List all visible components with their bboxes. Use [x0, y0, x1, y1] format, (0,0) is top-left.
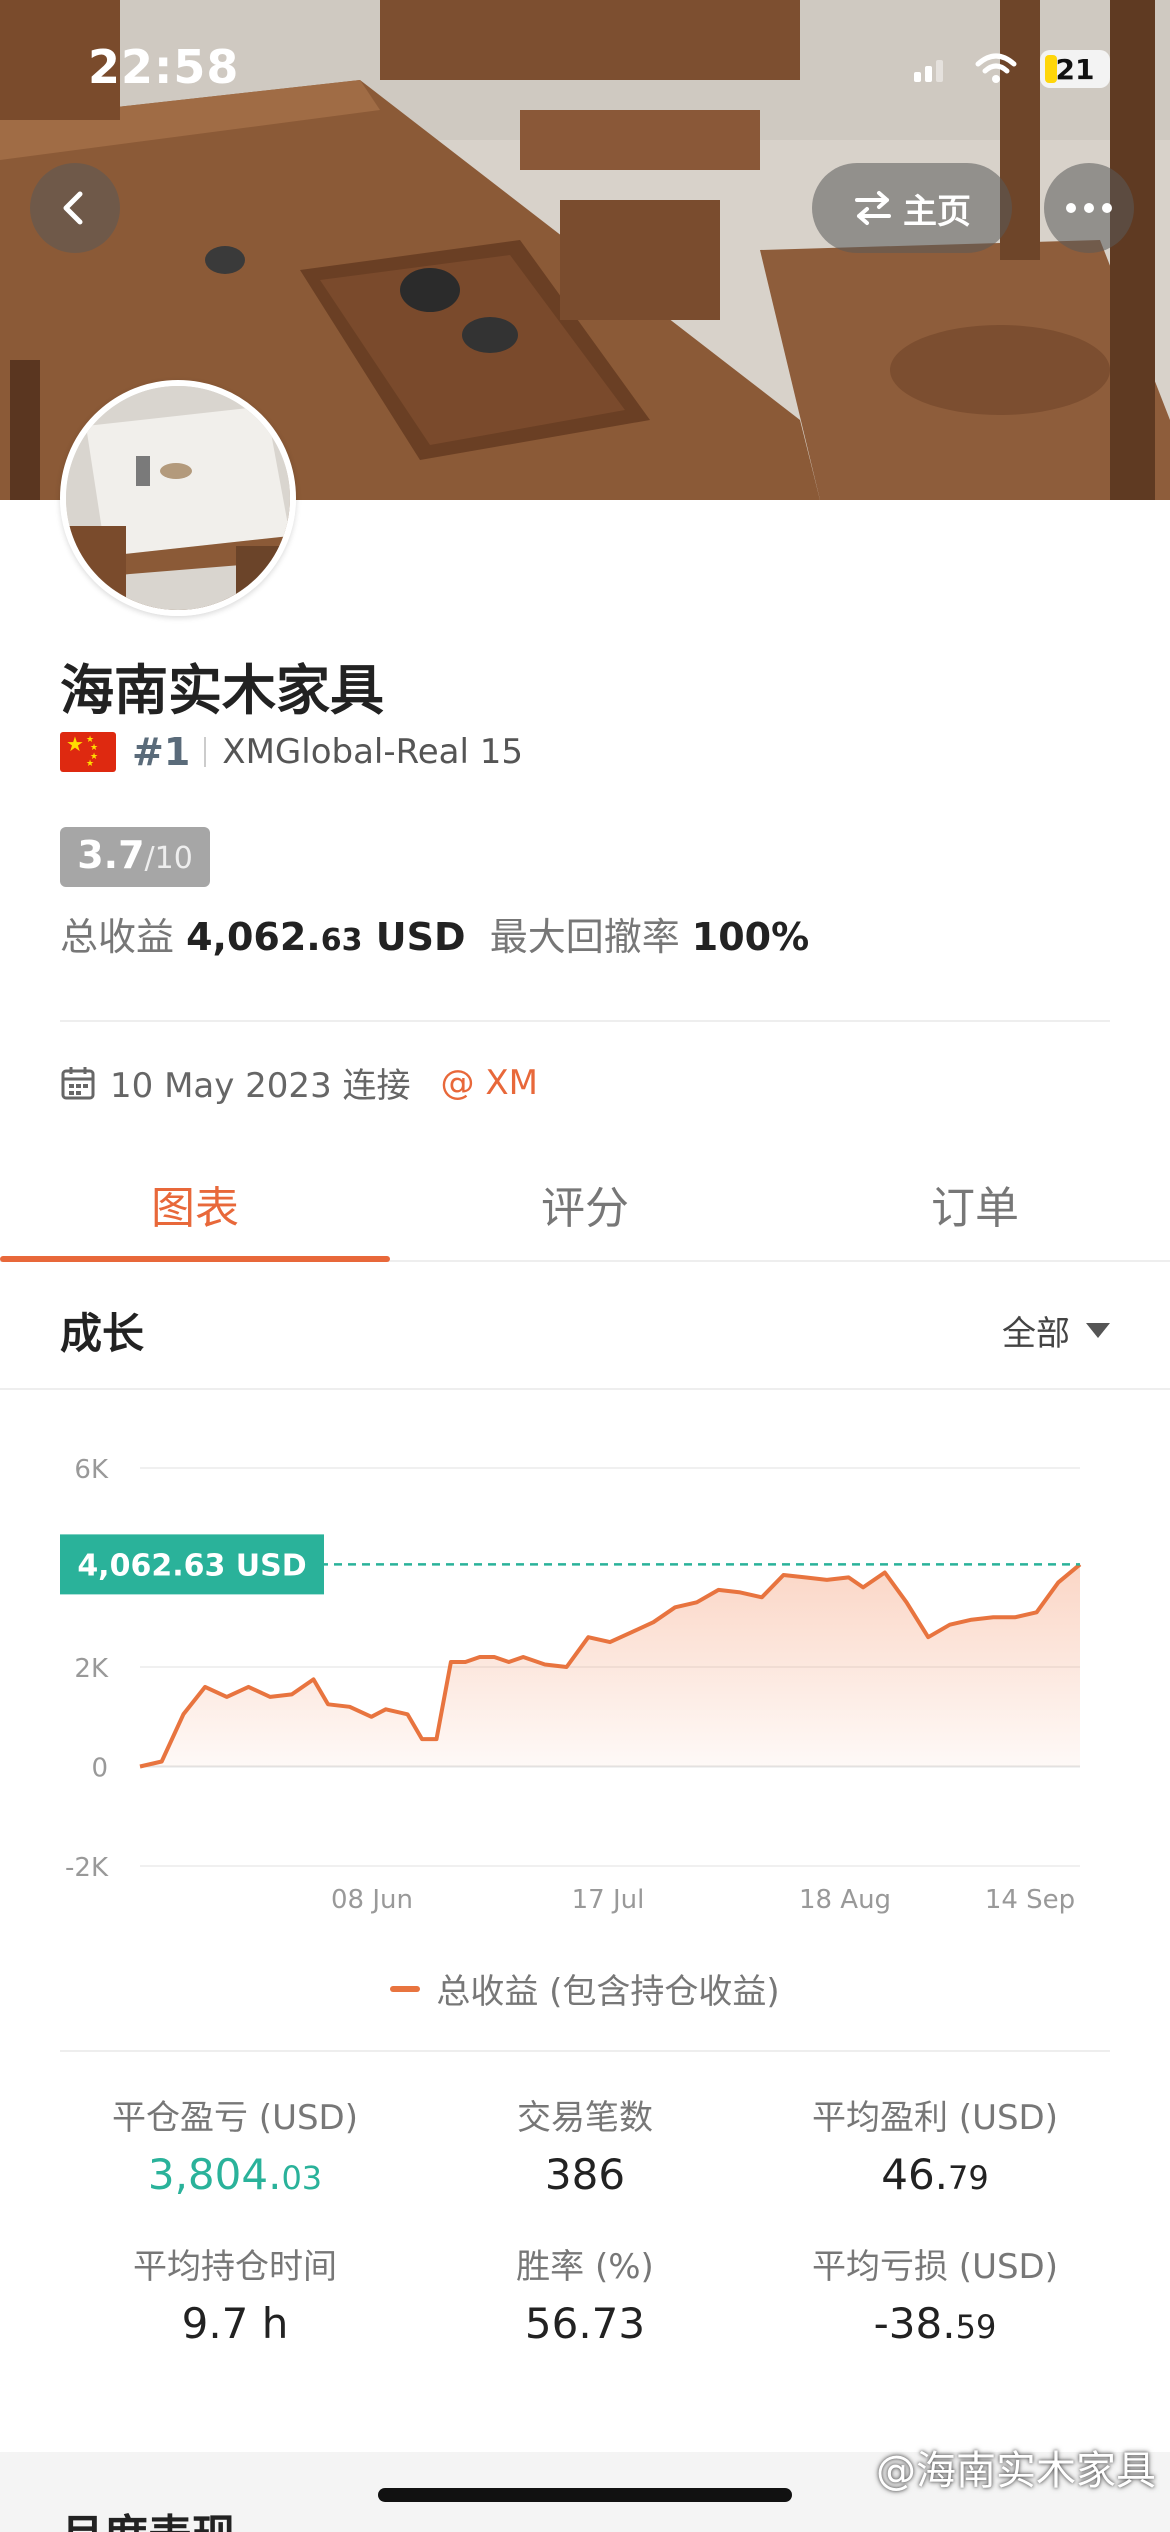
- tab-bar: 图表 评分 订单: [0, 1150, 1170, 1262]
- tab-rating[interactable]: 评分: [390, 1150, 780, 1260]
- score-badge: 3.7 /10: [60, 827, 210, 887]
- status-bar: 22:58 21: [0, 0, 1170, 140]
- rank-number: #1: [132, 730, 191, 774]
- chevron-left-icon: [63, 191, 83, 225]
- divider: [204, 737, 207, 767]
- connected-date: 10 May 2023 连接: [110, 1066, 411, 1106]
- growth-chart: 6K 2K 0 -2K 4,062.63 USD 08 Jun 17 Jul 18 Aug 14…: [0, 1420, 1170, 1920]
- home-button-label: 主页: [903, 191, 971, 232]
- china-flag-icon: ★ ★ ★ ★ ★: [60, 732, 116, 772]
- back-button[interactable]: [30, 163, 120, 253]
- metric-value: -38.59: [873, 2299, 997, 2348]
- rank-row: ★ ★ ★ ★ ★ #1 XMGlobal-Real 15: [60, 726, 523, 778]
- range-filter-dropdown[interactable]: 全部: [1002, 1306, 1110, 1355]
- growth-section-header: 成长 全部: [0, 1264, 1170, 1390]
- metric-value: 3,804.03: [147, 2150, 323, 2199]
- status-time: 22:58: [88, 40, 240, 94]
- x-tick-label: 14 Sep: [985, 1885, 1075, 1915]
- x-tick-label: 17 Jul: [572, 1885, 645, 1915]
- metric-avg-hold-time: 平均持仓时间 9.7 h: [60, 2239, 410, 2348]
- trader-name: 海南实木家具: [60, 659, 384, 722]
- y-tick-label: 0: [91, 1754, 108, 1784]
- score-max: /10: [144, 841, 193, 876]
- metric-closed-pnl: 平仓盈亏 (USD) 3,804.03: [60, 2090, 410, 2199]
- calendar-icon: [61, 1066, 95, 1099]
- avatar[interactable]: [60, 380, 296, 616]
- more-dots-icon: [1066, 203, 1112, 213]
- metric-value: 56.73: [524, 2299, 646, 2348]
- metrics-grid: 平仓盈亏 (USD) 3,804.03 交易笔数 386 平均盈利 (USD) …: [0, 2090, 1170, 2348]
- broker-link[interactable]: @ XM: [441, 1063, 538, 1103]
- battery-icon: 21: [1040, 50, 1110, 88]
- total-profit-label: 总收益: [60, 915, 175, 959]
- metric-value: 9.7 h: [181, 2299, 289, 2348]
- divider: [60, 1020, 1110, 1022]
- current-value-label: 4,062.63 USD: [77, 1548, 306, 1583]
- metric-trade-count: 交易笔数 386: [410, 2090, 760, 2199]
- x-tick-label: 08 Jun: [331, 1885, 413, 1915]
- caret-down-icon: [1086, 1323, 1110, 1338]
- cellular-signal-icon: [914, 60, 943, 82]
- chart-legend: 总收益 (包含持仓收益): [0, 1964, 1170, 2013]
- total-profit-value: 4,062.63 USD: [186, 915, 466, 959]
- metric-avg-loss: 平均亏损 (USD) -38.59: [760, 2239, 1110, 2348]
- wifi-icon: [975, 53, 1017, 83]
- server-name: XMGlobal-Real 15: [222, 732, 524, 772]
- max-drawdown-value: 100%: [691, 915, 810, 959]
- metric-value: 386: [544, 2150, 626, 2199]
- legend-label: 总收益 (包含持仓收益): [436, 1972, 780, 2012]
- watermark: @海南实木家具: [876, 2448, 1156, 2494]
- profit-summary: 总收益 4,062.63 USD 最大回撤率 100%: [60, 906, 809, 961]
- metric-avg-profit: 平均盈利 (USD) 46.79: [760, 2090, 1110, 2199]
- switch-arrows-icon: [855, 191, 891, 225]
- legend-swatch: [390, 1985, 421, 1992]
- tab-orders[interactable]: 订单: [780, 1150, 1170, 1260]
- battery-level: 21: [1055, 52, 1095, 86]
- connection-info: 10 May 2023 连接 @ XM: [60, 1058, 538, 1107]
- more-options-button[interactable]: [1044, 163, 1134, 253]
- score-value: 3.7: [77, 833, 145, 877]
- growth-chart-svg: 6K 2K 0 -2K 4,062.63 USD 08 Jun 17 Jul 18 Aug 14…: [60, 1455, 1082, 1915]
- max-drawdown-label: 最大回撤率: [489, 915, 680, 959]
- divider: [60, 2050, 1110, 2052]
- tab-chart[interactable]: 图表: [0, 1150, 390, 1262]
- metric-value: 46.79: [881, 2150, 989, 2199]
- home-indicator[interactable]: [378, 2488, 792, 2502]
- y-tick-label: 6K: [74, 1455, 109, 1485]
- x-tick-label: 18 Aug: [799, 1885, 891, 1915]
- y-tick-label: 2K: [74, 1654, 109, 1684]
- range-filter-value: 全部: [1002, 1314, 1070, 1354]
- y-tick-label: -2K: [65, 1853, 109, 1883]
- section-title: 成长: [60, 1309, 145, 1358]
- series-area: [140, 1564, 1080, 1767]
- monthly-performance-title: 月度表现: [60, 2500, 236, 2532]
- metric-win-rate: 胜率 (%) 56.73: [410, 2239, 760, 2348]
- home-button[interactable]: 主页: [812, 163, 1012, 253]
